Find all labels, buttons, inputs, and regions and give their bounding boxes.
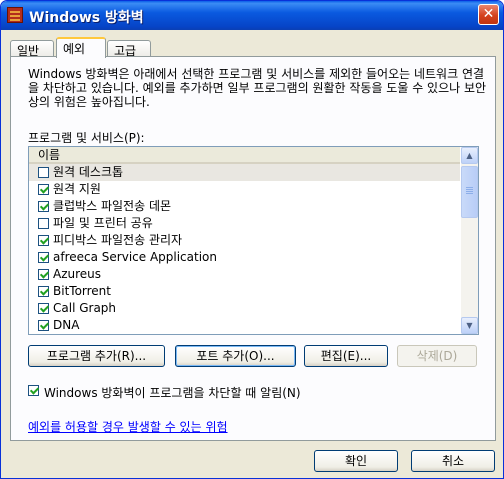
list-item[interactable]: Azureus <box>29 266 460 283</box>
list-item[interactable]: BitTorrent <box>29 283 460 300</box>
item-checkbox[interactable] <box>38 320 49 331</box>
window-title: Windows 방화벽 <box>29 10 144 26</box>
edit-button[interactable]: 편집(E)... <box>304 345 388 367</box>
add-port-button[interactable]: 포트 추가(O)... <box>175 345 296 367</box>
firewall-brick-icon <box>7 7 23 23</box>
add-program-button[interactable]: 프로그램 추가(R)... <box>28 345 165 367</box>
item-label[interactable]: 원격 데스크톱 <box>53 164 123 181</box>
list-item[interactable]: 원격 데스크톱 <box>29 164 460 181</box>
item-label[interactable]: DNA <box>53 317 79 334</box>
list-item[interactable]: 파일 및 프린터 공유 <box>29 215 460 232</box>
item-checkbox[interactable] <box>38 235 49 246</box>
item-checkbox[interactable] <box>38 218 49 229</box>
item-label[interactable]: 파일 및 프린터 공유 <box>53 215 153 232</box>
cancel-button[interactable]: 취소 <box>411 450 495 472</box>
notify-checkbox[interactable] <box>28 385 39 396</box>
close-icon[interactable]: ✕ <box>478 4 499 25</box>
scrollbar-thumb[interactable] <box>461 166 478 218</box>
item-label[interactable]: afreeca Service Application <box>53 249 217 266</box>
chevron-down-icon[interactable]: ▼ <box>461 317 478 334</box>
exceptions-panel: Windows 방화벽은 아래에서 선택한 프로그램 및 서비스를 제외한 들어… <box>10 56 496 441</box>
programs-list-label: 프로그램 및 서비스(P): <box>28 131 145 145</box>
tab-general[interactable]: 일반 <box>10 40 54 58</box>
item-checkbox[interactable] <box>38 252 49 263</box>
risk-info-link[interactable]: 예외를 허용할 경우 발생할 수 있는 위험 <box>28 418 228 435</box>
list-item[interactable]: 클럽박스 파일전송 데몬 <box>29 198 460 215</box>
item-label[interactable]: Azureus <box>53 266 101 283</box>
item-checkbox[interactable] <box>38 303 49 314</box>
title-bar[interactable]: Windows 방화벽 ✕ <box>1 1 503 30</box>
list-item[interactable]: 원격 지원 <box>29 181 460 198</box>
item-label[interactable]: 피디박스 파일전송 관리자 <box>53 232 182 249</box>
item-label[interactable]: BitTorrent <box>53 283 111 300</box>
delete-button[interactable]: 삭제(D) <box>397 345 477 367</box>
item-checkbox[interactable] <box>38 184 49 195</box>
list-item[interactable]: afreeca Service Application <box>29 249 460 266</box>
programs-list[interactable]: 이름 원격 데스크톱 원격 지원 클럽박스 파일전송 데몬 파일 및 프린터 공유 피디… <box>28 146 479 335</box>
item-label[interactable]: 클럽박스 파일전송 데몬 <box>53 198 171 215</box>
list-item[interactable]: Call Graph <box>29 300 460 317</box>
list-item[interactable]: DNA <box>29 317 460 334</box>
list-scrollbar[interactable]: ▲ ▼ <box>461 147 478 334</box>
ok-button[interactable]: 확인 <box>314 450 398 472</box>
item-checkbox[interactable] <box>38 286 49 297</box>
item-checkbox[interactable] <box>38 269 49 280</box>
tab-advanced[interactable]: 고급 <box>107 40 151 58</box>
description-text: Windows 방화벽은 아래에서 선택한 프로그램 및 서비스를 제외한 들어… <box>28 67 487 109</box>
item-checkbox[interactable] <box>38 167 49 178</box>
chevron-up-icon[interactable]: ▲ <box>461 147 478 164</box>
item-checkbox[interactable] <box>38 201 49 212</box>
firewall-window: Windows 방화벽 ✕ 일반 예외 고급 Windows 방화벽은 아래에서… <box>0 0 504 479</box>
tab-exceptions[interactable]: 예외 <box>56 37 106 58</box>
item-label[interactable]: Call Graph <box>53 300 116 317</box>
list-item[interactable]: 피디박스 파일전송 관리자 <box>29 232 460 249</box>
column-header-name[interactable]: 이름 <box>29 147 460 164</box>
notify-label[interactable]: Windows 방화벽이 프로그램을 차단할 때 알림(N) <box>44 384 301 401</box>
item-label[interactable]: 원격 지원 <box>53 181 101 198</box>
